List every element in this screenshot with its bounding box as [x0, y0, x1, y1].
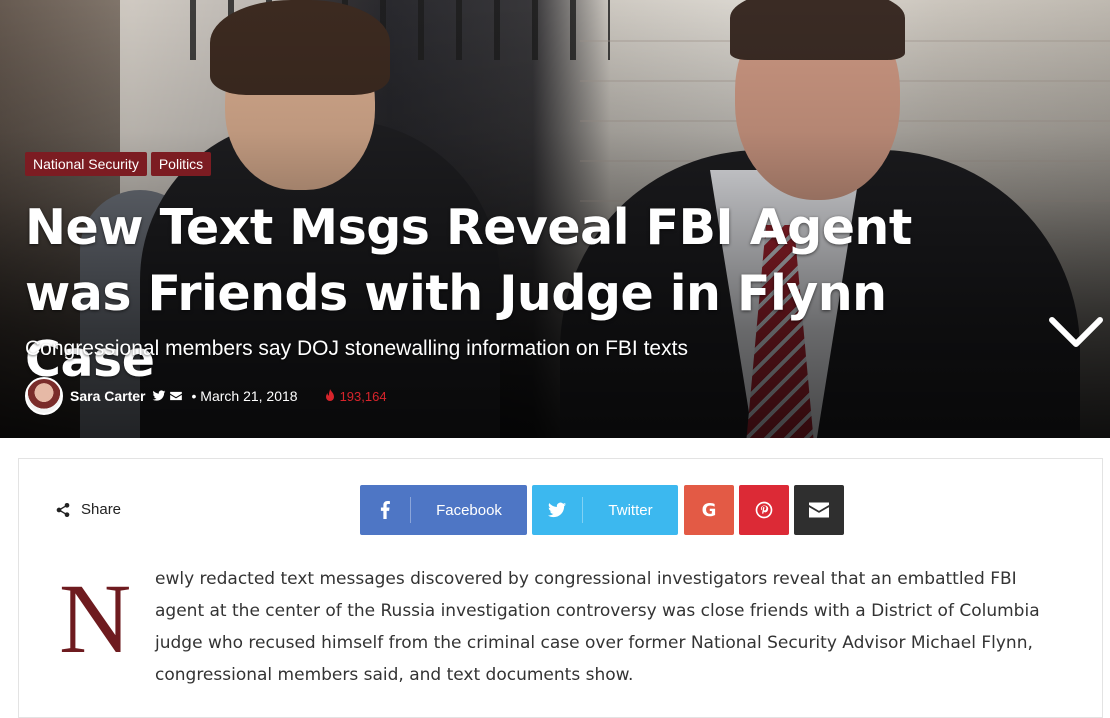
- author-avatar[interactable]: [25, 377, 63, 415]
- category-national-security[interactable]: National Security: [25, 152, 147, 176]
- pinterest-share-button[interactable]: [739, 485, 789, 535]
- google-icon: G: [701, 499, 717, 521]
- author-name[interactable]: Sara Carter: [70, 388, 146, 404]
- category-tags: National Security Politics: [25, 152, 212, 176]
- chevron-down-icon[interactable]: [1048, 314, 1104, 350]
- article-card: Share Facebook Twitter G N ewly redacted…: [18, 458, 1103, 718]
- facebook-share-button[interactable]: Facebook: [360, 485, 527, 535]
- article-meta: Sara Carter • March 21, 2018 193,164: [25, 377, 387, 415]
- article-paragraph: ewly redacted text messages discovered b…: [155, 569, 1040, 685]
- email-share-button[interactable]: [794, 485, 844, 535]
- category-politics[interactable]: Politics: [150, 152, 212, 176]
- envelope-icon[interactable]: [169, 389, 183, 403]
- pinterest-icon: [755, 501, 773, 519]
- facebook-icon: [360, 501, 410, 519]
- twitter-label: Twitter: [608, 501, 653, 519]
- drop-cap: N: [59, 563, 132, 674]
- share-icon: [56, 502, 70, 517]
- google-share-button[interactable]: G: [684, 485, 734, 535]
- share-label-group: Share: [55, 501, 121, 518]
- article-subhead: Congressional members say DOJ stonewalli…: [25, 337, 688, 360]
- view-count-value: 193,164: [339, 388, 387, 404]
- view-count: 193,164: [324, 389, 387, 404]
- envelope-icon: [809, 502, 829, 518]
- twitter-icon[interactable]: [152, 389, 166, 403]
- publish-date: • March 21, 2018: [191, 388, 298, 404]
- share-label: Share: [81, 501, 122, 518]
- facebook-label: Facebook: [436, 501, 502, 519]
- flame-icon: [325, 389, 334, 401]
- twitter-icon: [532, 502, 582, 518]
- hero-banner: National Security Politics New Text Msgs…: [0, 0, 1110, 438]
- twitter-share-button[interactable]: Twitter: [532, 485, 678, 535]
- article-headline: New Text Msgs Reveal FBI Agent was Frien…: [25, 199, 912, 388]
